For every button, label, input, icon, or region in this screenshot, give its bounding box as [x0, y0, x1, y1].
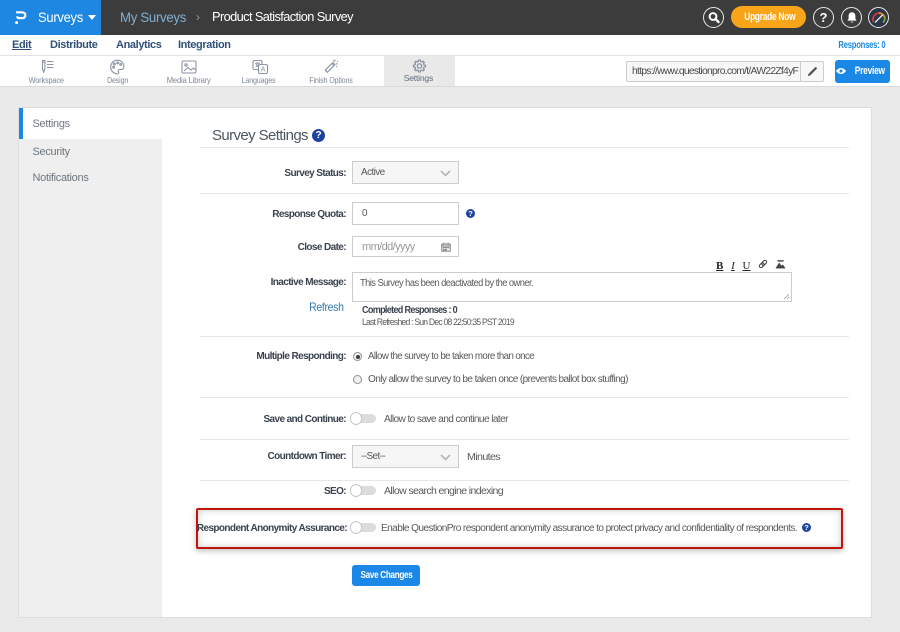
svg-text:A: A — [260, 67, 265, 74]
